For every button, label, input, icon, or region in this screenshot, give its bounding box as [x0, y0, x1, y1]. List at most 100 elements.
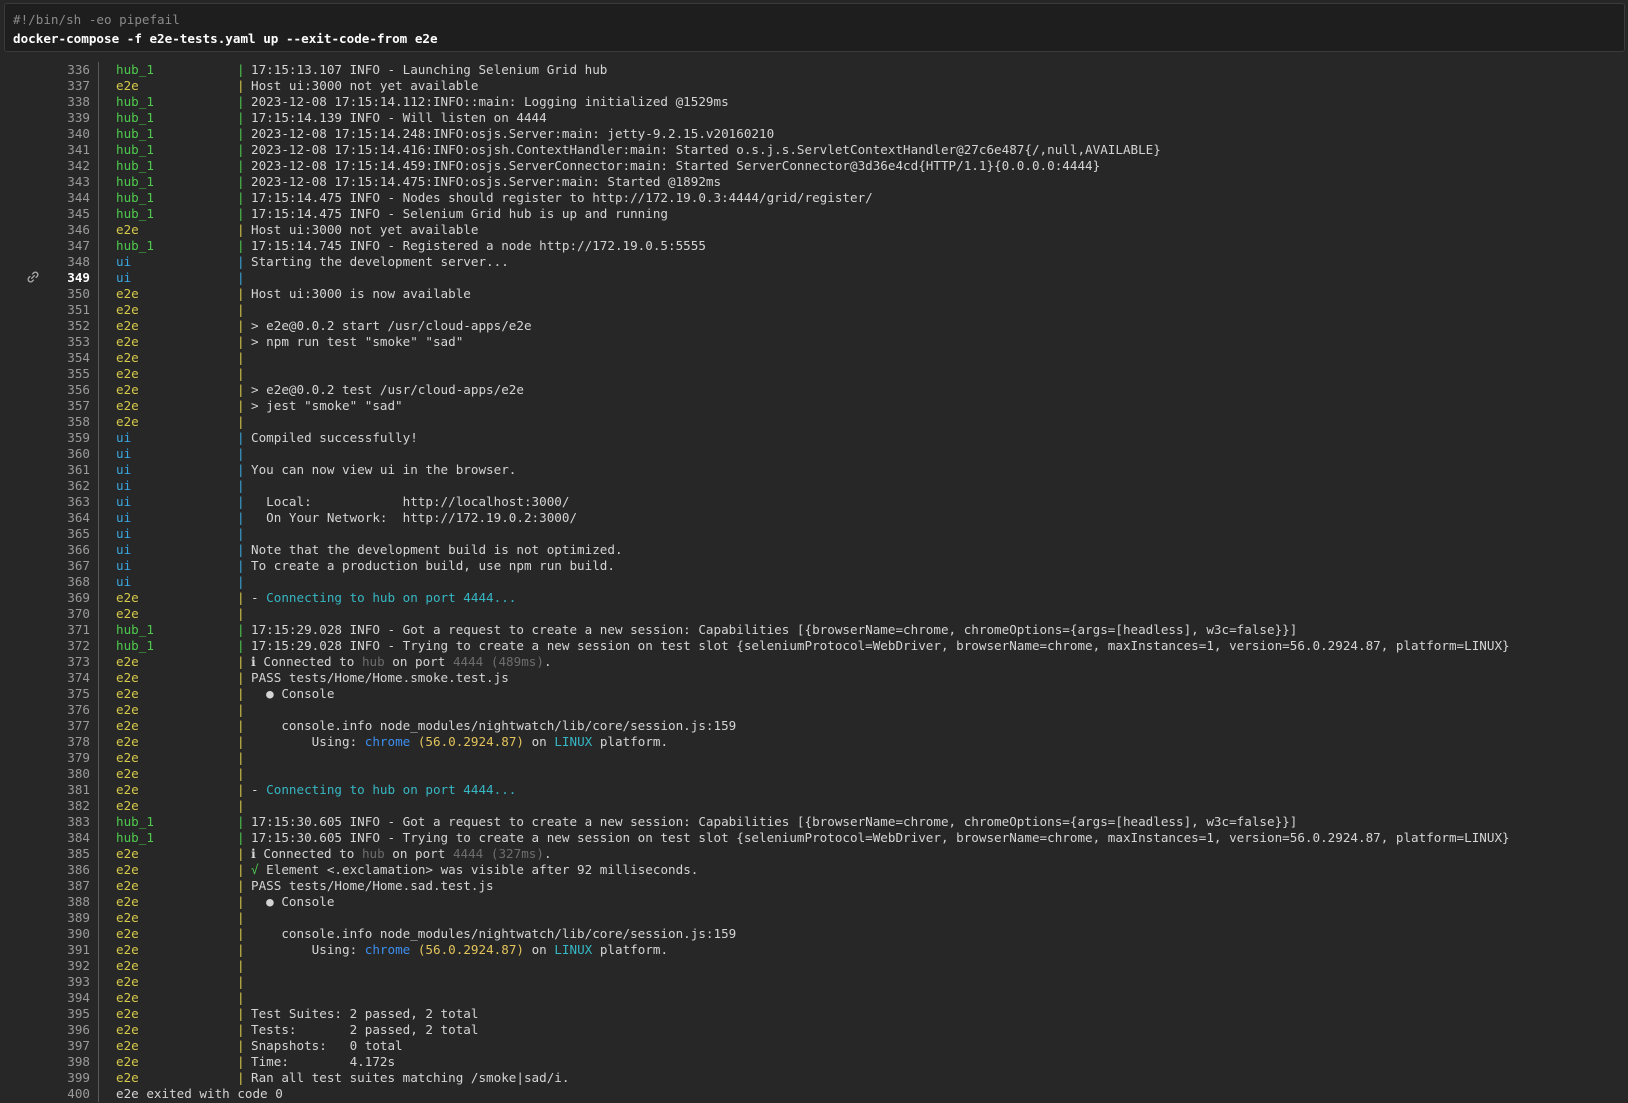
line-number[interactable]: 398: [40, 1054, 90, 1070]
log-line[interactable]: 375 e2e | ● Console: [0, 686, 1628, 702]
line-number[interactable]: 359: [40, 430, 90, 446]
line-number[interactable]: 389: [40, 910, 90, 926]
line-number[interactable]: 379: [40, 750, 90, 766]
log-line[interactable]: 397 e2e | Snapshots: 0 total: [0, 1038, 1628, 1054]
log-line[interactable]: 371 hub_1 | 17:15:29.028 INFO - Got a reque…: [0, 622, 1628, 638]
log-line[interactable]: 348 ui | Starting the development server...: [0, 254, 1628, 270]
line-number[interactable]: 340: [40, 126, 90, 142]
line-number[interactable]: 337: [40, 78, 90, 94]
line-number[interactable]: 362: [40, 478, 90, 494]
line-number[interactable]: 354: [40, 350, 90, 366]
log-line[interactable]: 367 ui | To create a production build, use …: [0, 558, 1628, 574]
line-number[interactable]: 346: [40, 222, 90, 238]
log-line[interactable]: 362 ui |: [0, 478, 1628, 494]
line-number[interactable]: 385: [40, 846, 90, 862]
log-line[interactable]: 373 e2e | ℹ Connected to hub on port 4444 (…: [0, 654, 1628, 670]
line-number[interactable]: 388: [40, 894, 90, 910]
line-number[interactable]: 367: [40, 558, 90, 574]
log-line[interactable]: 400 e2e exited with code 0: [0, 1086, 1628, 1102]
line-number[interactable]: 376: [40, 702, 90, 718]
line-number[interactable]: 356: [40, 382, 90, 398]
log-line[interactable]: 359 ui | Compiled successfully!: [0, 430, 1628, 446]
line-number[interactable]: 339: [40, 110, 90, 126]
log-line[interactable]: 344 hub_1 | 17:15:14.475 INFO - Nodes shoul…: [0, 190, 1628, 206]
line-number[interactable]: 383: [40, 814, 90, 830]
log-line[interactable]: 355 e2e |: [0, 366, 1628, 382]
line-number[interactable]: 360: [40, 446, 90, 462]
line-number[interactable]: 377: [40, 718, 90, 734]
log-line[interactable]: 380 e2e |: [0, 766, 1628, 782]
log-line[interactable]: 352 e2e | > e2e@0.0.2 start /usr/cloud-apps…: [0, 318, 1628, 334]
log-line[interactable]: 361 ui | You can now view ui in the browser…: [0, 462, 1628, 478]
line-number[interactable]: 366: [40, 542, 90, 558]
line-number[interactable]: 364: [40, 510, 90, 526]
line-number[interactable]: 370: [40, 606, 90, 622]
line-number[interactable]: 382: [40, 798, 90, 814]
line-number[interactable]: 365: [40, 526, 90, 542]
log-line[interactable]: 390 e2e | console.info node_modules/nightw…: [0, 926, 1628, 942]
line-number[interactable]: 372: [40, 638, 90, 654]
log-line[interactable]: 351 e2e |: [0, 302, 1628, 318]
line-number[interactable]: 350: [40, 286, 90, 302]
line-number[interactable]: 390: [40, 926, 90, 942]
line-number[interactable]: 342: [40, 158, 90, 174]
log-line[interactable]: 384 hub_1 | 17:15:30.605 INFO - Trying to c…: [0, 830, 1628, 846]
log-line[interactable]: 366 ui | Note that the development build is…: [0, 542, 1628, 558]
line-number[interactable]: 400: [40, 1086, 90, 1102]
log-line[interactable]: 374 e2e | PASS tests/Home/Home.smoke.test.j…: [0, 670, 1628, 686]
log-line[interactable]: 385 e2e | ℹ Connected to hub on port 4444 (…: [0, 846, 1628, 862]
log-line[interactable]: 394 e2e |: [0, 990, 1628, 1006]
line-number[interactable]: 386: [40, 862, 90, 878]
log-line[interactable]: 388 e2e | ● Console: [0, 894, 1628, 910]
log-line[interactable]: 381 e2e | - Connecting to hub on port 4444.…: [0, 782, 1628, 798]
line-number[interactable]: 353: [40, 334, 90, 350]
line-number[interactable]: 369: [40, 590, 90, 606]
line-number[interactable]: 381: [40, 782, 90, 798]
log-line[interactable]: 349 ui |: [0, 270, 1628, 286]
log-line[interactable]: 383 hub_1 | 17:15:30.605 INFO - Got a reque…: [0, 814, 1628, 830]
line-number[interactable]: 380: [40, 766, 90, 782]
log-line[interactable]: 389 e2e |: [0, 910, 1628, 926]
log-line[interactable]: 379 e2e |: [0, 750, 1628, 766]
line-number[interactable]: 397: [40, 1038, 90, 1054]
line-number[interactable]: 355: [40, 366, 90, 382]
line-number[interactable]: 348: [40, 254, 90, 270]
log-line[interactable]: 354 e2e |: [0, 350, 1628, 366]
log-line[interactable]: 364 ui | On Your Network: http://172.19.0.…: [0, 510, 1628, 526]
log-line[interactable]: 368 ui |: [0, 574, 1628, 590]
log-line[interactable]: 378 e2e | Using: chrome (56.0.2924.87) on …: [0, 734, 1628, 750]
log-line[interactable]: 342 hub_1 | 2023-12-08 17:15:14.459:INFO:os…: [0, 158, 1628, 174]
log-line[interactable]: 347 hub_1 | 17:15:14.745 INFO - Registered …: [0, 238, 1628, 254]
line-number[interactable]: 352: [40, 318, 90, 334]
log-line[interactable]: 386 e2e | √ Element <.exclamation> was visi…: [0, 862, 1628, 878]
line-number[interactable]: 336: [40, 62, 90, 78]
line-number[interactable]: 371: [40, 622, 90, 638]
log-line[interactable]: 396 e2e | Tests: 2 passed, 2 total: [0, 1022, 1628, 1038]
line-number[interactable]: 368: [40, 574, 90, 590]
line-number[interactable]: 343: [40, 174, 90, 190]
log-line[interactable]: 372 hub_1 | 17:15:29.028 INFO - Trying to c…: [0, 638, 1628, 654]
line-number[interactable]: 357: [40, 398, 90, 414]
line-number[interactable]: 394: [40, 990, 90, 1006]
log-line[interactable]: 336 hub_1 | 17:15:13.107 INFO - Launching S…: [0, 62, 1628, 78]
log-line[interactable]: 382 e2e |: [0, 798, 1628, 814]
line-number[interactable]: 341: [40, 142, 90, 158]
log-line[interactable]: 353 e2e | > npm run test "smoke" "sad": [0, 334, 1628, 350]
line-number[interactable]: 384: [40, 830, 90, 846]
log-line[interactable]: 370 e2e |: [0, 606, 1628, 622]
log-line[interactable]: 399 e2e | Ran all test suites matching /smo…: [0, 1070, 1628, 1086]
log-line[interactable]: 341 hub_1 | 2023-12-08 17:15:14.416:INFO:os…: [0, 142, 1628, 158]
log-line[interactable]: 338 hub_1 | 2023-12-08 17:15:14.112:INFO::m…: [0, 94, 1628, 110]
line-number[interactable]: 395: [40, 1006, 90, 1022]
log-line[interactable]: 343 hub_1 | 2023-12-08 17:15:14.475:INFO:os…: [0, 174, 1628, 190]
line-number[interactable]: 391: [40, 942, 90, 958]
line-number[interactable]: 399: [40, 1070, 90, 1086]
line-number[interactable]: 351: [40, 302, 90, 318]
log-line[interactable]: 360 ui |: [0, 446, 1628, 462]
log-line[interactable]: 377 e2e | console.info node_modules/nightw…: [0, 718, 1628, 734]
log-line[interactable]: 369 e2e | - Connecting to hub on port 4444.…: [0, 590, 1628, 606]
line-number[interactable]: 393: [40, 974, 90, 990]
line-number[interactable]: 373: [40, 654, 90, 670]
line-number[interactable]: 363: [40, 494, 90, 510]
line-number[interactable]: 338: [40, 94, 90, 110]
